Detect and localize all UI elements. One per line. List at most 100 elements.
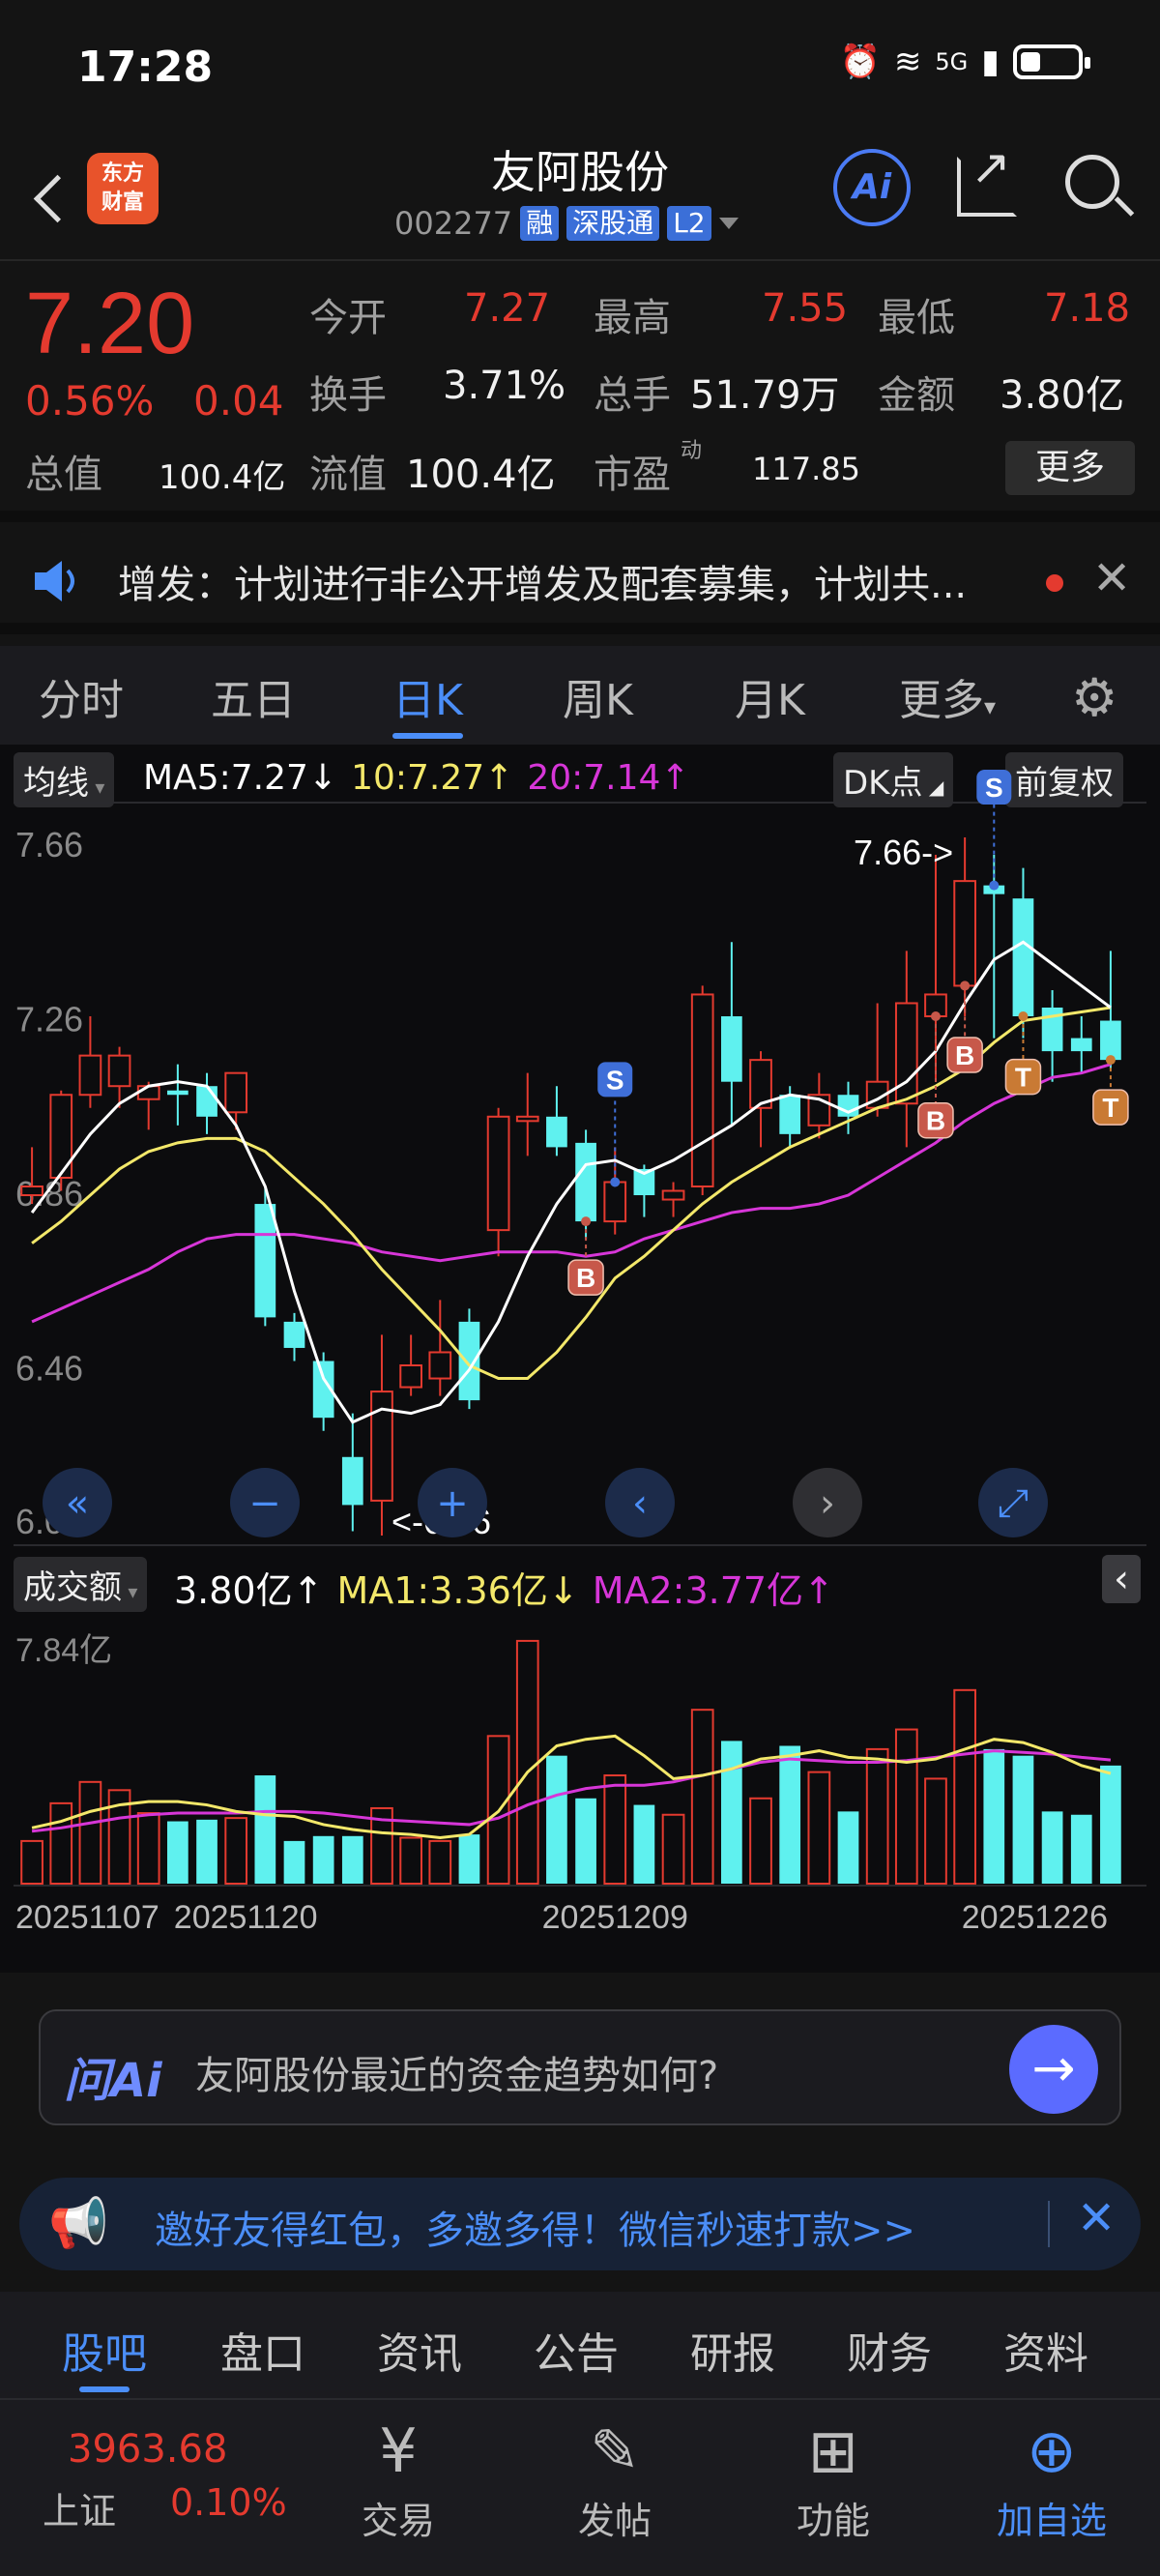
candle-body — [953, 880, 976, 987]
tab-profile[interactable]: 资料 — [1003, 2319, 1088, 2381]
float-value-label: 流值 — [309, 453, 387, 497]
index-pct: 0.10% — [170, 2481, 287, 2524]
status-bar: 17:28 ⏰ ≋ 5G ▮ — [0, 0, 1160, 135]
volume-ma2-value: MA2:3.77亿 — [592, 1569, 804, 1612]
signal-buy-label: B — [955, 1040, 974, 1070]
tab-research[interactable]: 研报 — [690, 2319, 775, 2381]
nav-functions[interactable]: ⊞ 功能 — [766, 2412, 901, 2544]
y-tick-label: 6.46 — [15, 1349, 83, 1389]
volume-indicator-select[interactable]: 成交额 ▾ — [14, 1557, 148, 1612]
volume-bar — [661, 1813, 685, 1885]
volume-bar — [690, 1709, 714, 1886]
volume-bar — [924, 1777, 947, 1886]
tab-announcements[interactable]: 公告 — [534, 2319, 619, 2381]
change-amount: 0.04 — [193, 377, 284, 424]
share-icon[interactable] — [957, 139, 1017, 217]
candle-body — [283, 1321, 305, 1348]
candle-body — [107, 1054, 131, 1088]
speaker-icon — [35, 561, 74, 601]
volume-ma2: MA2:3.77亿↑ — [592, 1569, 834, 1612]
candle-body — [546, 1116, 567, 1148]
volume-bar — [575, 1798, 596, 1884]
stock-header: 东方 财富 友阿股份 002277 融 深股通 L2 Ai — [0, 135, 1160, 261]
volume-bar — [283, 1840, 305, 1884]
candle-body — [575, 1142, 596, 1222]
gear-icon[interactable]: ⚙ — [1071, 667, 1117, 728]
candle-body — [428, 1351, 452, 1380]
nav-post[interactable]: ✎ 发帖 — [547, 2412, 682, 2544]
candle-body — [1100, 1020, 1121, 1061]
collapse-panel-button[interactable]: ‹ — [1102, 1555, 1141, 1603]
zoom-in-icon-glyph[interactable]: + — [436, 1481, 469, 1526]
volume-axis-max: 7.84亿 — [15, 1632, 112, 1669]
scroll-left-icon-glyph[interactable]: ‹ — [632, 1481, 648, 1526]
stock-subtitle[interactable]: 002277 融 深股通 L2 — [394, 205, 739, 242]
volume-bar — [983, 1748, 1005, 1884]
search-icon[interactable] — [1065, 155, 1119, 209]
scroll-right-icon-glyph[interactable]: › — [820, 1481, 835, 1526]
tab-orderbook[interactable]: 盘口 — [220, 2319, 305, 2381]
candle-body — [196, 1086, 218, 1117]
tab-intraday[interactable]: 分时 — [39, 665, 124, 727]
signal-sell-label: S — [606, 1065, 624, 1095]
tab-daily-k[interactable]: 日K — [392, 665, 463, 739]
volume-bar — [779, 1745, 801, 1884]
volume-bar — [1041, 1811, 1063, 1884]
ai-question-text: 友阿股份最近的资金趋势如何? — [195, 2054, 719, 2098]
x-tick-label: 20251226 — [962, 1899, 1108, 1936]
pe-label: 市盈 — [594, 453, 671, 497]
tab-more[interactable]: 更多▾ — [899, 665, 996, 727]
close-icon[interactable]: ✕ — [1077, 2191, 1116, 2245]
news-text: 增发：计划进行非公开增发及配套募集，计划共... — [118, 563, 968, 607]
news-ticker[interactable]: 增发：计划进行非公开增发及配套募集，计划共... ✕ — [0, 534, 1160, 634]
max-price-marker: 7.66-> — [854, 833, 953, 872]
volume-bar — [49, 1801, 73, 1885]
tab-news[interactable]: 资讯 — [377, 2319, 462, 2381]
tag-level2: L2 — [667, 206, 711, 241]
current-price: 7.20 — [25, 276, 195, 372]
volume-bar — [1012, 1755, 1034, 1884]
ai-button[interactable]: Ai — [833, 149, 911, 226]
volume-label: 总手 — [594, 373, 671, 418]
kline-tabs: 分时 五日 日K 周K 月K 更多▾ ⚙ — [0, 646, 1160, 745]
signal-sell-label: S — [985, 773, 1003, 803]
chevron-down-icon: ▾ — [984, 693, 997, 720]
x-tick-label: 20251209 — [542, 1899, 688, 1936]
signal-dot — [581, 1216, 592, 1227]
candle-body — [254, 1204, 276, 1318]
signal-dot — [1018, 1011, 1029, 1022]
tab-monthly-k[interactable]: 月K — [735, 665, 805, 727]
tab-forum[interactable]: 股吧 — [62, 2319, 147, 2392]
candle-body — [167, 1090, 188, 1096]
candle-body — [515, 1115, 539, 1123]
volume-legend: 3.80亿↑ MA1:3.36亿↓ MA2:3.77亿↑ — [174, 1561, 834, 1614]
battery-icon — [1013, 44, 1090, 79]
volume-bar — [254, 1775, 276, 1884]
ai-question-bar[interactable]: 问Ai 友阿股份最近的资金趋势如何? → — [39, 2009, 1121, 2125]
volume-bar — [167, 1821, 188, 1884]
nav-trade[interactable]: ¥ 交易 — [331, 2412, 466, 2544]
arrow-right-icon[interactable]: → — [1009, 2025, 1098, 2114]
scroll-fast-left-icon-glyph[interactable]: « — [66, 1481, 89, 1526]
tab-five-day[interactable]: 五日 — [211, 665, 296, 727]
close-icon[interactable]: ✕ — [1092, 551, 1131, 605]
tab-weekly-k[interactable]: 周K — [563, 665, 633, 727]
volume-value: 51.79万 — [690, 373, 840, 418]
tab-more-label: 更多 — [899, 676, 984, 725]
volume-bar — [1100, 1765, 1121, 1884]
status-time: 17:28 — [77, 43, 214, 92]
zoom-out-icon-glyph[interactable]: − — [248, 1481, 281, 1526]
tab-finance[interactable]: 财务 — [847, 2319, 932, 2381]
nav-add-watchlist[interactable]: ⊕ 加自选 — [984, 2412, 1119, 2544]
kline-chart-area[interactable]: 均线 ▾ MA5:7.27↓ 10:7.27↑ 20:7.14↑ DK点 ◢ 前… — [0, 745, 1160, 1973]
chevron-down-icon — [718, 218, 739, 229]
candle-body — [603, 1181, 627, 1223]
pe-sup: 动 — [681, 439, 703, 463]
fullscreen-icon-glyph[interactable]: ⤢ — [998, 1481, 1029, 1526]
more-button[interactable]: 更多 — [1005, 441, 1135, 495]
candle-body — [721, 1016, 742, 1082]
candlestick-chart[interactable]: 7.667.266.866.466.067.66-><-6.06SBBBSTT«… — [0, 745, 1160, 1973]
invite-banner[interactable]: 📢 邀好友得红包，多邀多得！微信秒速打款>> ✕ — [19, 2178, 1141, 2270]
index-name: 上证 — [43, 2490, 117, 2532]
alarm-icon: ⏰ — [839, 43, 881, 81]
